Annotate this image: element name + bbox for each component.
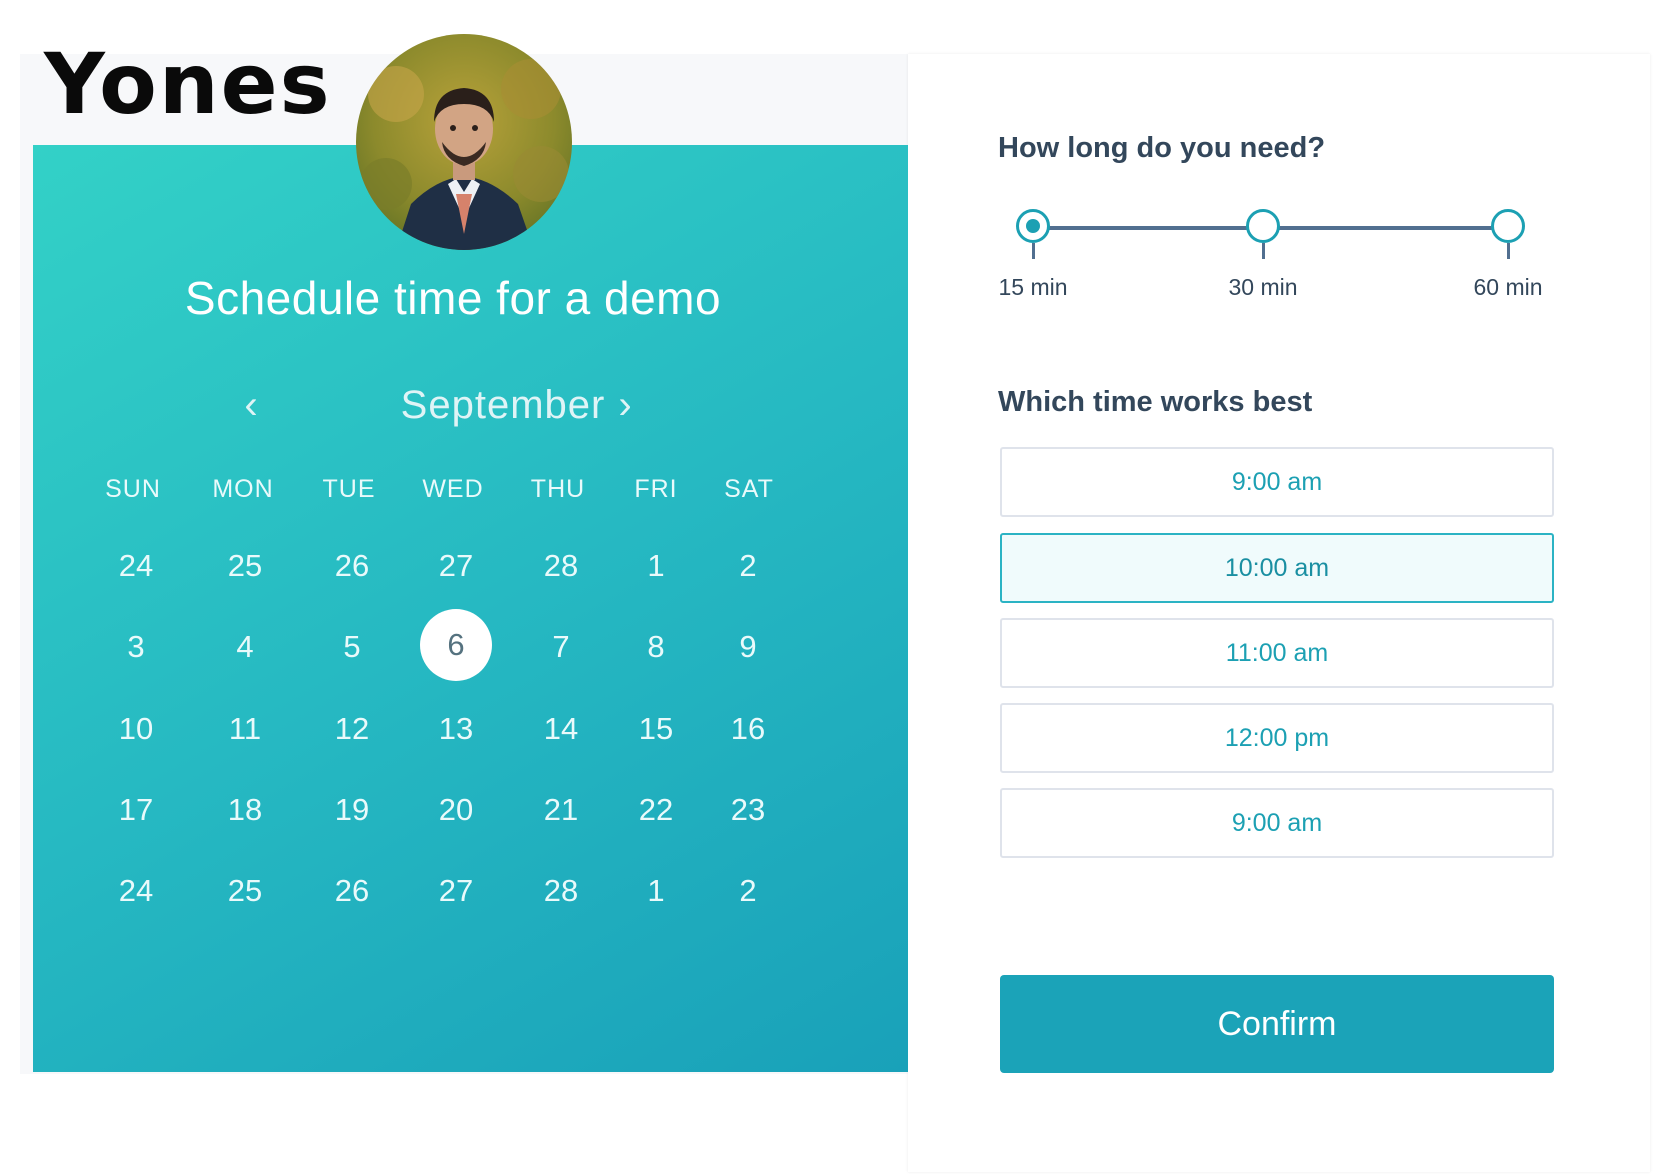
- weekday-wed: WED: [422, 475, 484, 503]
- calendar-day[interactable]: 27: [406, 548, 506, 584]
- chevron-right-icon: ›: [618, 383, 632, 427]
- booking-panel: How long do you need? 15 min 30 min 60 m…: [908, 54, 1650, 1172]
- weekday-tue: TUE: [322, 475, 376, 503]
- prev-month-button[interactable]: ‹: [231, 385, 271, 425]
- duration-option-15[interactable]: [1016, 209, 1050, 259]
- calendar-day[interactable]: 25: [195, 873, 295, 909]
- avatar: [356, 34, 572, 250]
- weekday-thu: THU: [530, 475, 586, 503]
- time-slot-selected[interactable]: 10:00 am: [1000, 533, 1554, 603]
- calendar-day[interactable]: 13: [406, 711, 506, 747]
- confirm-button[interactable]: Confirm: [1000, 975, 1554, 1073]
- calendar-day[interactable]: 26: [302, 873, 402, 909]
- next-month-button[interactable]: ›: [605, 385, 645, 425]
- calendar-day[interactable]: 26: [302, 548, 402, 584]
- calendar-day[interactable]: 24: [86, 548, 186, 584]
- time-slot[interactable]: 9:00 am: [1000, 788, 1554, 858]
- duration-option-60[interactable]: [1491, 209, 1525, 259]
- calendar-day[interactable]: 3: [86, 629, 186, 665]
- calendar-day[interactable]: 15: [606, 711, 706, 747]
- time-slot[interactable]: 9:00 am: [1000, 447, 1554, 517]
- duration-label-15: 15 min: [998, 274, 1068, 300]
- calendar-day[interactable]: 28: [511, 873, 611, 909]
- calendar-day[interactable]: 24: [86, 873, 186, 909]
- calendar-day[interactable]: 21: [511, 792, 611, 828]
- duration-label-30: 30 min: [1228, 274, 1298, 300]
- calendar-panel: Schedule time for a demo ‹ September › S…: [33, 145, 908, 1072]
- calendar-day[interactable]: 2: [698, 873, 798, 909]
- calendar-day[interactable]: 22: [606, 792, 706, 828]
- duration-question: How long do you need?: [998, 132, 1326, 164]
- calendar-day[interactable]: 4: [195, 629, 295, 665]
- calendar-day[interactable]: 16: [698, 711, 798, 747]
- time-slot[interactable]: 11:00 am: [1000, 618, 1554, 688]
- weekday-fri: FRI: [634, 475, 678, 503]
- avatar-photo: [356, 34, 572, 250]
- calendar-day[interactable]: 9: [698, 629, 798, 665]
- calendar-day[interactable]: 23: [698, 792, 798, 828]
- calendar-day[interactable]: 11: [195, 711, 295, 747]
- calendar-day[interactable]: 27: [406, 873, 506, 909]
- calendar-day[interactable]: 2: [698, 548, 798, 584]
- calendar-title: Schedule time for a demo: [184, 272, 722, 324]
- calendar-day[interactable]: 1: [606, 548, 706, 584]
- host-name: Yones: [44, 35, 332, 133]
- calendar-day[interactable]: 18: [195, 792, 295, 828]
- calendar-day[interactable]: 17: [86, 792, 186, 828]
- calendar-day[interactable]: 19: [302, 792, 402, 828]
- weekday-sat: SAT: [724, 475, 774, 503]
- duration-label-60: 60 min: [1473, 274, 1543, 300]
- weekday-sun: SUN: [105, 475, 161, 503]
- calendar-day-selected[interactable]: 6: [420, 609, 492, 681]
- chevron-left-icon: ‹: [244, 383, 258, 427]
- calendar-day[interactable]: 10: [86, 711, 186, 747]
- time-question: Which time works best: [998, 386, 1313, 418]
- weekday-mon: MON: [212, 475, 274, 503]
- calendar-day[interactable]: 12: [302, 711, 402, 747]
- calendar-day[interactable]: 25: [195, 548, 295, 584]
- selected-dot-icon: [1026, 219, 1040, 233]
- calendar-day[interactable]: 1: [606, 873, 706, 909]
- calendar-day[interactable]: 8: [606, 629, 706, 665]
- calendar-day[interactable]: 14: [511, 711, 611, 747]
- calendar-day[interactable]: 20: [406, 792, 506, 828]
- calendar-day[interactable]: 5: [302, 629, 402, 665]
- time-slot[interactable]: 12:00 pm: [1000, 703, 1554, 773]
- duration-option-30[interactable]: [1246, 209, 1280, 259]
- calendar-day[interactable]: 7: [511, 629, 611, 665]
- calendar-day[interactable]: 28: [511, 548, 611, 584]
